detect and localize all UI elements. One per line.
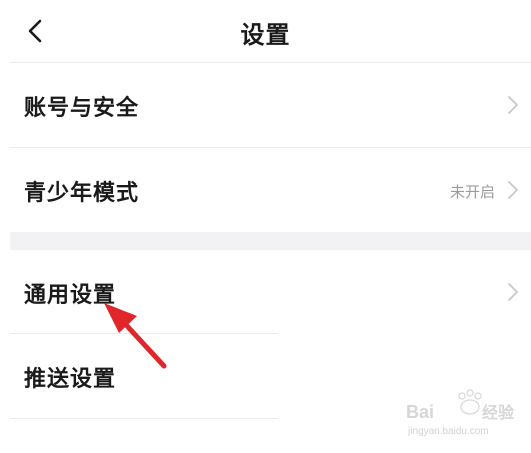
red-pointer-arrow-icon [104,303,167,369]
baidu-jingyan-watermark: Bai 经验 jingyan.baidu.com [406,389,515,437]
svg-text:Bai: Bai [406,402,434,422]
svg-text:jingyan.baidu.com: jingyan.baidu.com [407,426,489,437]
svg-text:经验: 经验 [482,403,515,422]
